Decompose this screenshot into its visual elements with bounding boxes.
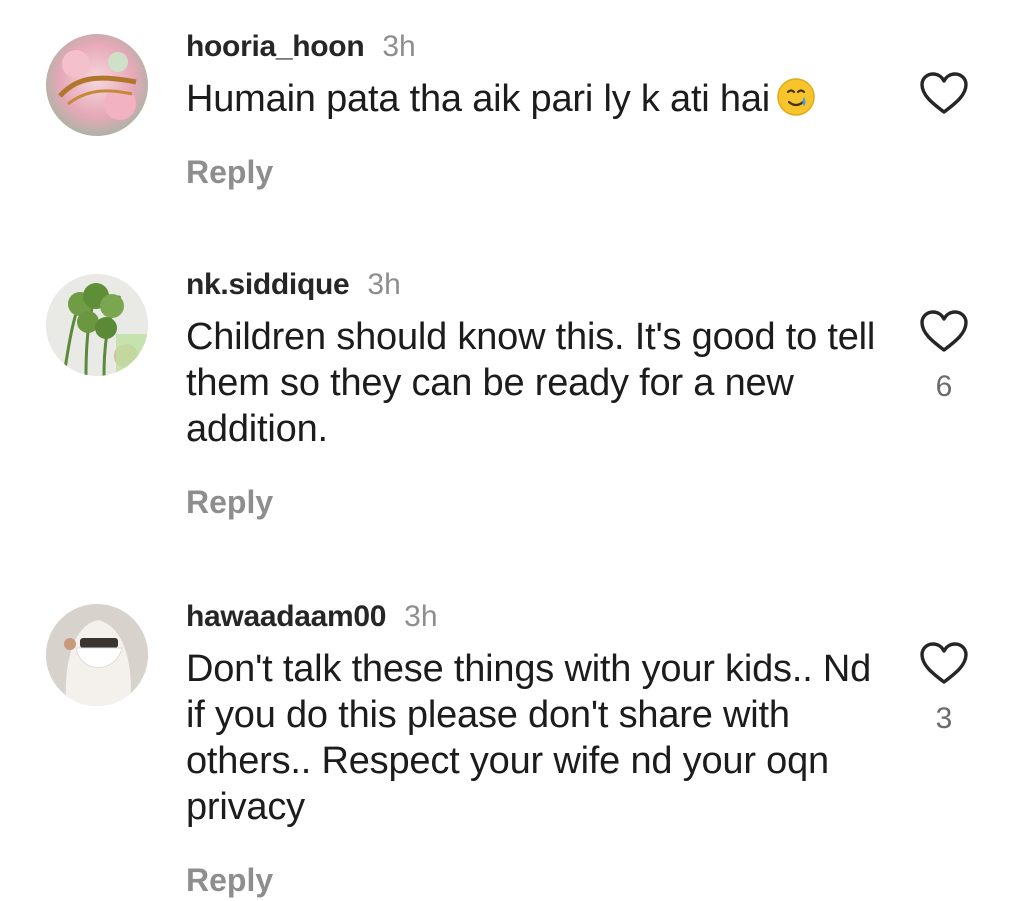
heart-outline-icon — [920, 642, 968, 684]
like-button[interactable] — [918, 640, 970, 686]
timestamp: 3h — [404, 600, 438, 633]
comment-meta: hooria_hoon 3h — [186, 30, 416, 70]
avatar-image — [46, 274, 148, 376]
timestamp: 3h — [367, 268, 401, 301]
comment-text: Children should know this. It's good to … — [186, 314, 886, 452]
comment-body: Children should know this. It's good to … — [186, 316, 876, 450]
username[interactable]: hawaadaam00 — [186, 600, 386, 634]
username[interactable]: hooria_hoon — [186, 30, 365, 64]
reply-button[interactable]: Reply — [186, 484, 273, 521]
comment-meta: hawaadaam00 3h — [186, 600, 438, 640]
avatar[interactable] — [46, 604, 148, 706]
comment-text: Humain pata tha aik pari ly k ati hai — [186, 76, 886, 122]
comment-text: Don't talk these things with your kids..… — [186, 646, 886, 830]
heart-outline-icon — [920, 310, 968, 352]
comment-body: Don't talk these things with your kids..… — [186, 648, 872, 828]
avatar-image — [46, 34, 148, 136]
avatar[interactable] — [46, 274, 148, 376]
comment-item: nk.siddique 3h Children should know this… — [0, 268, 1024, 538]
heart-outline-icon — [920, 72, 968, 114]
like-button[interactable] — [918, 308, 970, 354]
avatar-image — [46, 604, 148, 706]
like-count: 6 — [935, 370, 953, 403]
comment-meta: nk.siddique 3h — [186, 268, 401, 308]
like-count: 3 — [935, 702, 953, 735]
reply-button[interactable]: Reply — [186, 154, 273, 191]
comment-item: hawaadaam00 3h Don't talk these things w… — [0, 600, 1024, 900]
like-button[interactable] — [918, 70, 970, 116]
avatar[interactable] — [46, 34, 148, 136]
smiling-face-with-tear-icon — [777, 78, 815, 116]
timestamp: 3h — [382, 30, 416, 63]
comment-item: hooria_hoon 3h Humain pata tha aik pari … — [0, 30, 1024, 200]
comment-body: Humain pata tha aik pari ly k ati hai — [186, 78, 771, 120]
username[interactable]: nk.siddique — [186, 268, 350, 302]
reply-button[interactable]: Reply — [186, 862, 273, 899]
